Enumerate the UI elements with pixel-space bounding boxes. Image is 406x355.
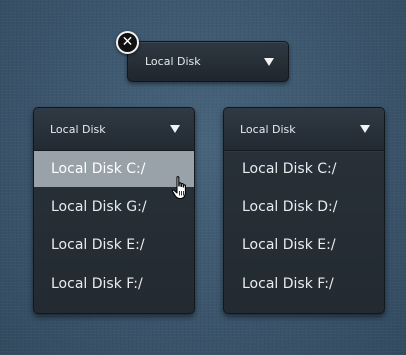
dropdown-header[interactable]: Local Disk (224, 108, 384, 151)
dropdown-label: Local Disk (145, 55, 201, 68)
option-local-disk-c[interactable]: Local Disk C:/ (34, 151, 194, 187)
caret-down-icon (170, 125, 180, 133)
dropdown-label: Local Disk (240, 123, 296, 136)
local-disk-dropdown-top[interactable]: Local Disk (127, 41, 289, 82)
option-local-disk-c[interactable]: Local Disk C:/ (224, 151, 384, 187)
option-local-disk-e[interactable]: Local Disk E:/ (224, 227, 384, 263)
dropdown-label: Local Disk (50, 123, 106, 136)
caret-down-icon (360, 125, 370, 133)
local-disk-dropdown-right: Local Disk Local Disk C:/ Local Disk D:/… (223, 107, 385, 314)
hand-pointer-cursor-icon (171, 176, 186, 200)
dropdown-header[interactable]: Local Disk (34, 108, 194, 151)
option-local-disk-f[interactable]: Local Disk F:/ (34, 266, 194, 302)
local-disk-dropdown-left: Local Disk Local Disk C:/ Local Disk G:/… (33, 107, 195, 314)
option-local-disk-f[interactable]: Local Disk F:/ (224, 266, 384, 302)
caret-down-icon (264, 58, 274, 66)
option-local-disk-d[interactable]: Local Disk D:/ (224, 189, 384, 225)
option-local-disk-g[interactable]: Local Disk G:/ (34, 189, 194, 225)
close-icon[interactable]: ✕ (116, 31, 139, 54)
option-local-disk-e[interactable]: Local Disk E:/ (34, 227, 194, 263)
